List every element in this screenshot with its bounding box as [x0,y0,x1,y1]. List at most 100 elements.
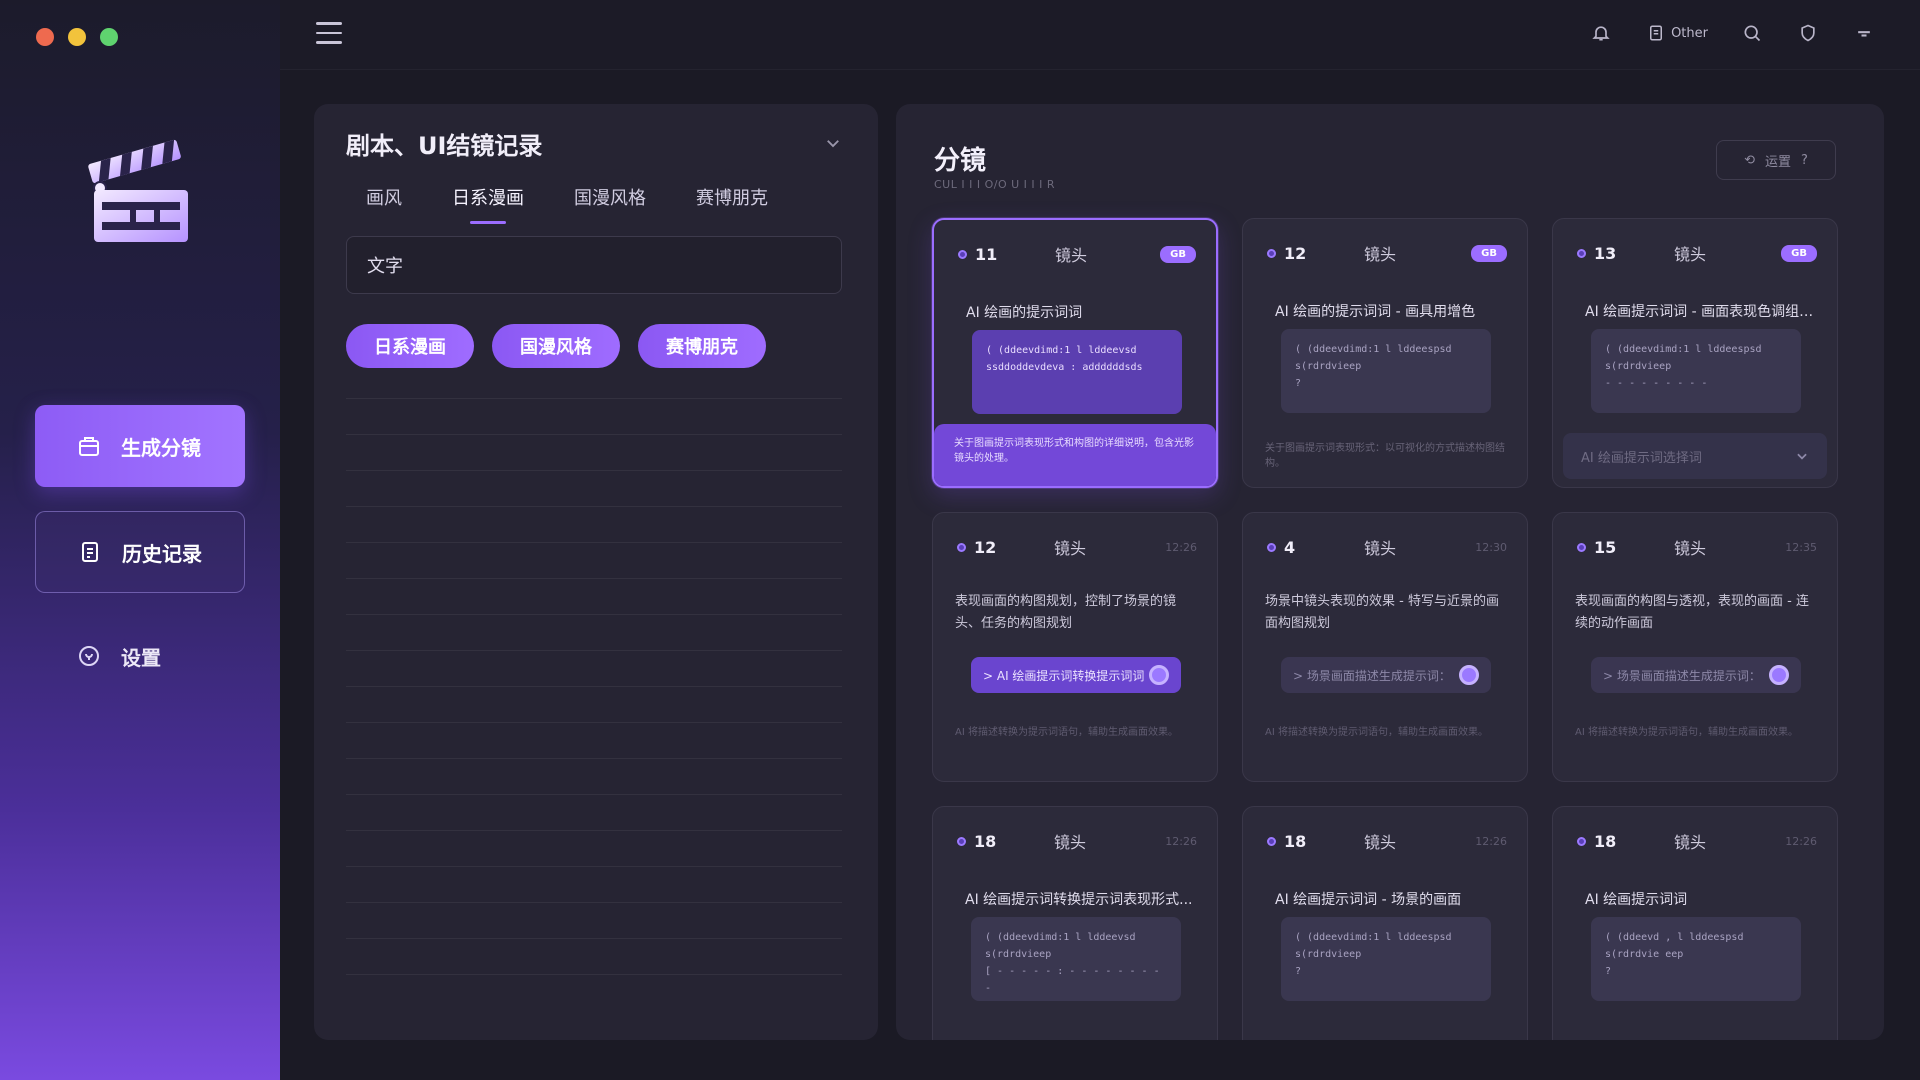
style-chips: 日系漫画 国漫风格 赛博朋克 [346,324,766,368]
storyboard-title: 分镜 [934,146,987,176]
maximize-window-button[interactable] [100,28,118,46]
shot-prompt-title: AI 绘画的提示词词 - 画具用增色 [1275,304,1476,320]
shot-description: AI 将描述转换为提示词语句，辅助生成画面效果。 [1575,727,1798,738]
shot-card[interactable]: 13 镜头 GB AI 绘画提示词词 - 画面表现色调组图... ( (ddee… [1552,218,1838,488]
code-line: ( (ddeevdimd:1 l lddeevsd [986,345,1137,356]
chevron-down-icon[interactable] [824,134,842,152]
shot-card[interactable]: 18 镜头 12:26 AI 绘画提示词词 ( (ddeevd , l ldde… [1552,806,1838,1040]
code-line: ? [1295,378,1302,389]
document-icon [1650,25,1663,41]
tab-japanese-manga[interactable]: 日系漫画 [452,184,524,224]
nav-generate-storyboard[interactable]: 生成分镜 [35,405,245,487]
shot-prompt-title: AI 绘画的提示词词 [966,305,1083,321]
nav-history[interactable]: 历史记录 [35,511,245,593]
shot-number: 18 [1594,831,1617,851]
shot-lens-label: 镜头 [1055,246,1088,265]
shot-number: 4 [1284,537,1296,557]
menu-icon[interactable] [316,22,342,46]
settings-button[interactable]: ⟲ 运置 ? [1716,140,1836,180]
code-line: s(rdrdvieep [1605,361,1672,372]
shot-card[interactable]: 4 镜头 12:30 场景中镜头表现的效果 - 特写与近景的画面构图规划 > 场… [1242,512,1528,782]
top-bar-actions: Other [1591,22,1876,44]
shot-card[interactable]: 15 镜头 12:35 表现画面的构图与透视，表现的画面 - 连续的动作画面 >… [1552,512,1838,782]
tab-cyberpunk[interactable]: 赛博朋克 [696,184,768,224]
code-line: - - - - - - - - - [1605,378,1708,389]
shot-dot-icon [957,836,966,846]
other-label: Other [1671,25,1708,41]
chip-guoman-style[interactable]: 国漫风格 [492,324,620,368]
search-icon[interactable] [1742,22,1764,44]
prompt-code-box[interactable]: ( (ddeevdimd:1 l lddeespsd s(rdrdvieep -… [1591,329,1801,413]
prompt-code-box[interactable]: ( (ddeevdimd:1 l lddeespsd s(rdrdvieep ? [1281,329,1491,413]
clapperboard-logo-icon [88,139,188,242]
shot-lens-label: 镜头 [1674,833,1707,852]
nav-settings[interactable]: 设置 [35,615,245,697]
prompt-code-box[interactable]: ( (ddeevdimd:1 l lddeevsd ssddoddevdeva … [972,330,1182,414]
shot-number: 18 [1284,831,1307,851]
nav-settings-label: 设置 [121,645,161,670]
storyboard-panel: 分镜 CUL I I I O/O U I I I R ⟲ 运置 ? 11 镜头 … [896,104,1884,1040]
chip-cyberpunk[interactable]: 赛博朋克 [638,324,766,368]
shot-number: 15 [1594,537,1617,557]
top-bar: Other [280,0,1920,70]
shot-number: 12 [974,537,997,557]
shot-lens-label: 镜头 [1364,833,1397,852]
shot-dot-icon [1267,248,1276,258]
shot-card[interactable]: 12 镜头 12:26 表现画面的构图规划，控制了场景的镜头、任务的构图规划 >… [932,512,1218,782]
code-line: ? [1295,966,1302,977]
close-window-button[interactable] [36,28,54,46]
shot-prompt-title: AI 绘画提示词词 [1585,892,1688,908]
panel-title: 剧本、UI结镜记录 [346,132,543,160]
prompt-convert-button[interactable]: > 场景画面描述生成提示词： [1591,657,1801,693]
minimize-window-button[interactable] [68,28,86,46]
prompt-select[interactable]: AI 绘画提示词选择词 [1563,433,1827,479]
shot-dot-icon [1267,836,1276,846]
shot-prompt-title: AI 绘画提示词转换提示词表现形式... [965,892,1193,908]
chip-japanese-manga[interactable]: 日系漫画 [346,324,474,368]
prompt-code-box[interactable]: ( (ddeevdimd:1 l lddeevsd s(rdrdvieep [ … [971,917,1181,1001]
settings-button-label: 运置 [1764,154,1791,170]
prompt-code-box[interactable]: ( (ddeevd , l lddeespsd s(rdrdvie eep ? [1591,917,1801,1001]
shield-icon[interactable] [1798,22,1820,44]
shot-lens-label: 镜头 [1364,245,1397,264]
shot-dot-icon [1577,836,1586,846]
tab-guoman-style[interactable]: 国漫风格 [574,184,646,224]
shot-number: 12 [1284,243,1307,263]
code-line: s(rdrdvieep [985,949,1052,960]
wifi-icon[interactable] [1854,22,1876,44]
help-icon: ? [1801,152,1808,168]
shot-description: AI 将描述转换为提示词语句，辅助生成画面效果。 [1265,727,1488,738]
script-lines[interactable] [346,398,842,1010]
shot-time: 12:26 [1475,834,1507,848]
shot-badge: GB [1781,244,1817,262]
script-text-input[interactable] [346,236,842,294]
shot-lens-label: 镜头 [1054,539,1087,558]
other-button[interactable]: Other [1647,24,1708,42]
shot-card[interactable]: 18 镜头 12:26 AI 绘画提示词词 - 场景的画面 ( (ddeevdi… [1242,806,1528,1040]
code-line: ( (ddeevdimd:1 l lddeespsd [1295,344,1452,355]
prompt-convert-button[interactable]: > AI 绘画提示词转换提示词词 [971,657,1181,693]
shot-prompt-title: AI 绘画提示词词 - 画面表现色调组图... [1585,304,1819,320]
chevron-down-icon [1797,453,1807,460]
shot-lens-label: 镜头 [1054,833,1087,852]
code-line: ( (ddeevdimd:1 l lddeespsd [1605,344,1762,355]
shot-time: 12:26 [1785,834,1817,848]
shot-lens-label: 镜头 [1674,539,1707,558]
shot-card[interactable]: 18 镜头 12:26 AI 绘画提示词转换提示词表现形式... ( (ddee… [932,806,1218,1040]
prompt-code-box[interactable]: ( (ddeevdimd:1 l lddeespsd s(rdrdvieep ? [1281,917,1491,1001]
code-line: ( (ddeevd , l lddeespsd [1605,932,1744,943]
tab-style[interactable]: 画风 [366,184,402,224]
code-line: ( (ddeevdimd:1 l lddeevsd [985,932,1136,943]
sidebar: 生成分镜 历史记录 设置 [0,0,280,1080]
shot-card[interactable]: 12 镜头 GB AI 绘画的提示词词 - 画具用增色 ( (ddeevdimd… [1242,218,1528,488]
prompt-convert-button[interactable]: > 场景画面描述生成提示词： [1281,657,1491,693]
toggle-icon [1769,665,1789,685]
notification-icon[interactable] [1591,22,1613,44]
shot-card[interactable]: 11 镜头 GB AI 绘画的提示词词 ( (ddeevdimd:1 l ldd… [932,218,1218,488]
nav-generate-label: 生成分镜 [121,435,201,460]
code-line: [ - - - - - : - - - - - - - - - [985,966,1160,994]
shot-badge: GB [1160,245,1196,263]
code-line: s(rdrdvieep [1295,361,1362,372]
shot-badge: GB [1471,244,1507,262]
code-line: s(rdrdvie eep [1605,949,1684,960]
